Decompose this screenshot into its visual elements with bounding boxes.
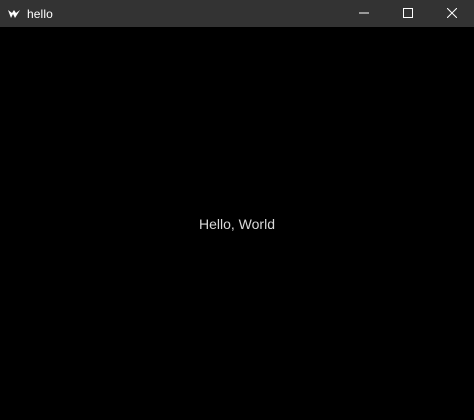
maximize-icon — [403, 5, 413, 23]
window-controls — [342, 0, 474, 27]
title-bar[interactable]: hello — [0, 0, 474, 27]
window-title: hello — [27, 6, 53, 21]
kivy-logo-icon — [6, 6, 22, 22]
close-icon — [446, 5, 458, 23]
close-button[interactable] — [430, 0, 474, 27]
hello-label: Hello, World — [199, 216, 275, 232]
maximize-button[interactable] — [386, 0, 430, 27]
app-window: hello Hello, World — [0, 0, 474, 420]
minimize-button[interactable] — [342, 0, 386, 27]
minimize-icon — [359, 5, 369, 23]
canvas-area[interactable]: Hello, World — [0, 27, 474, 420]
